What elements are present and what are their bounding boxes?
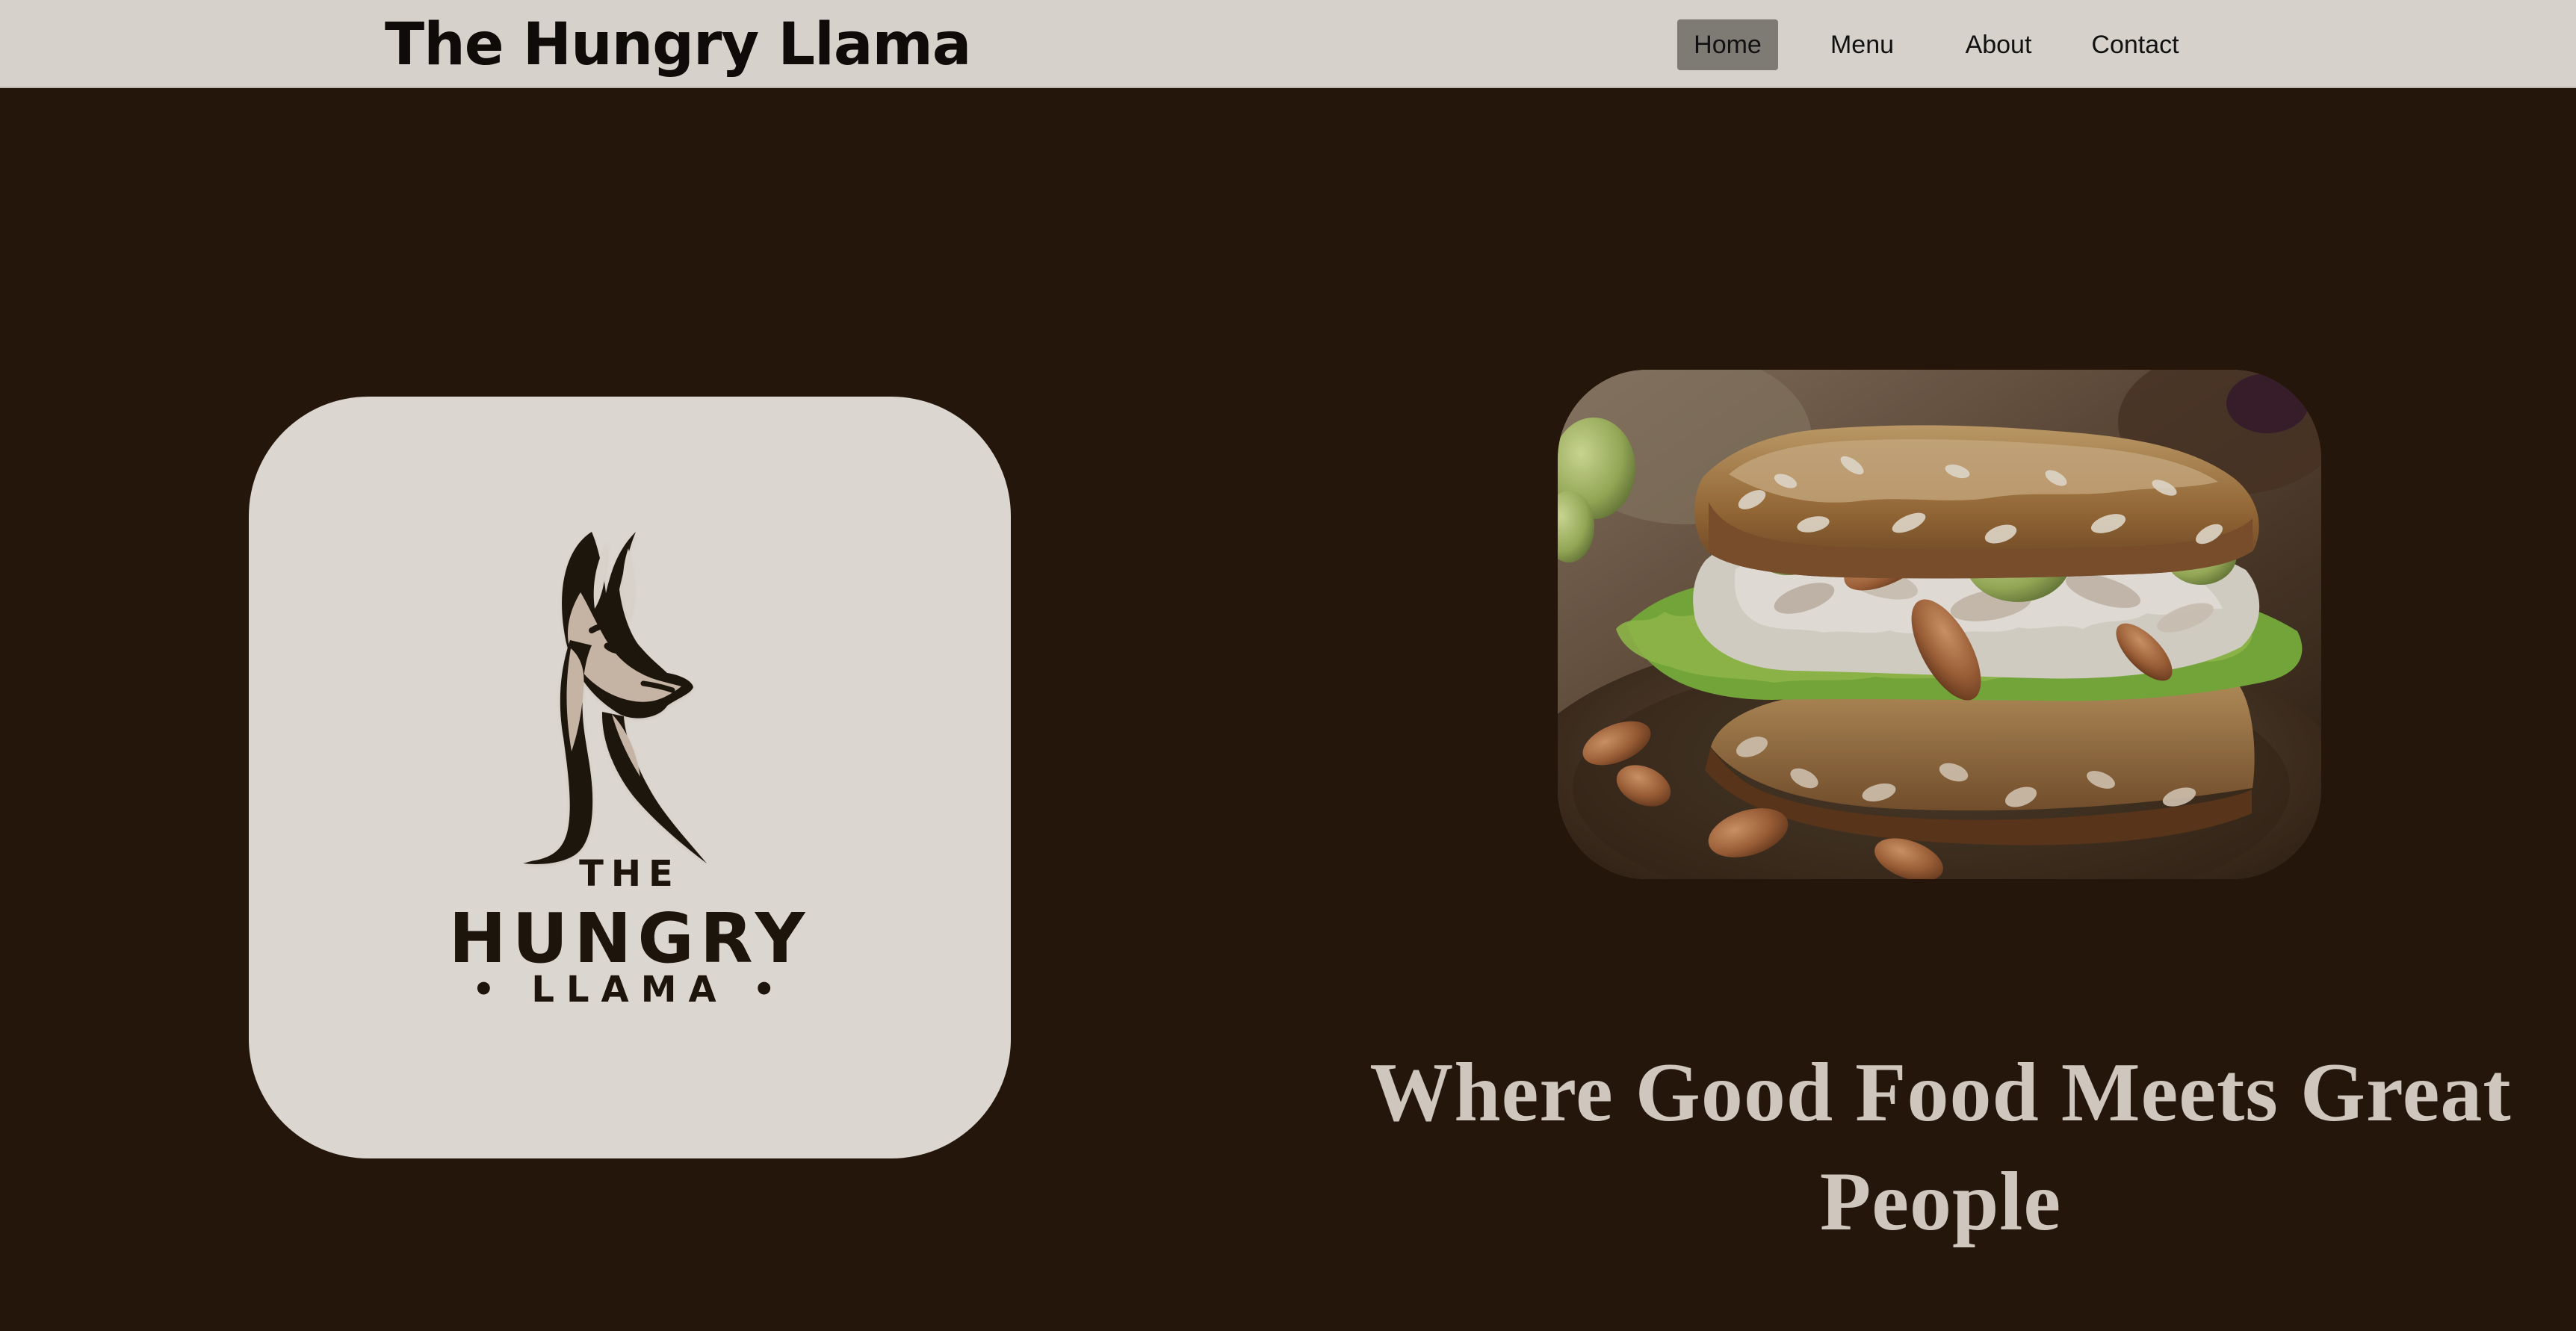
llama-head-icon	[523, 532, 707, 864]
sandwich-image-card	[1558, 370, 2321, 879]
nav-home-link[interactable]: Home	[1677, 19, 1778, 70]
top-navigation-bar: The Hungry Llama Home Menu About Contact	[0, 0, 2576, 88]
nav-about-link[interactable]: About	[1946, 19, 2051, 70]
site-brand[interactable]: The Hungry Llama	[385, 7, 971, 82]
nav-contact-link[interactable]: Contact	[2083, 19, 2188, 70]
hero-tagline: Where Good Food Meets Great People	[1369, 1046, 2512, 1249]
logo-wordmark-hungry: HUNGRY	[448, 899, 811, 978]
logo-wordmark-the: THE	[579, 853, 681, 895]
nav-menu-link[interactable]: Menu	[1819, 19, 1905, 70]
logo-wordmark-llama: • LLAMA •	[471, 969, 787, 1011]
logo-card: THE HUNGRY • LLAMA •	[249, 397, 1011, 1158]
sandwich-photo	[1558, 370, 2321, 879]
